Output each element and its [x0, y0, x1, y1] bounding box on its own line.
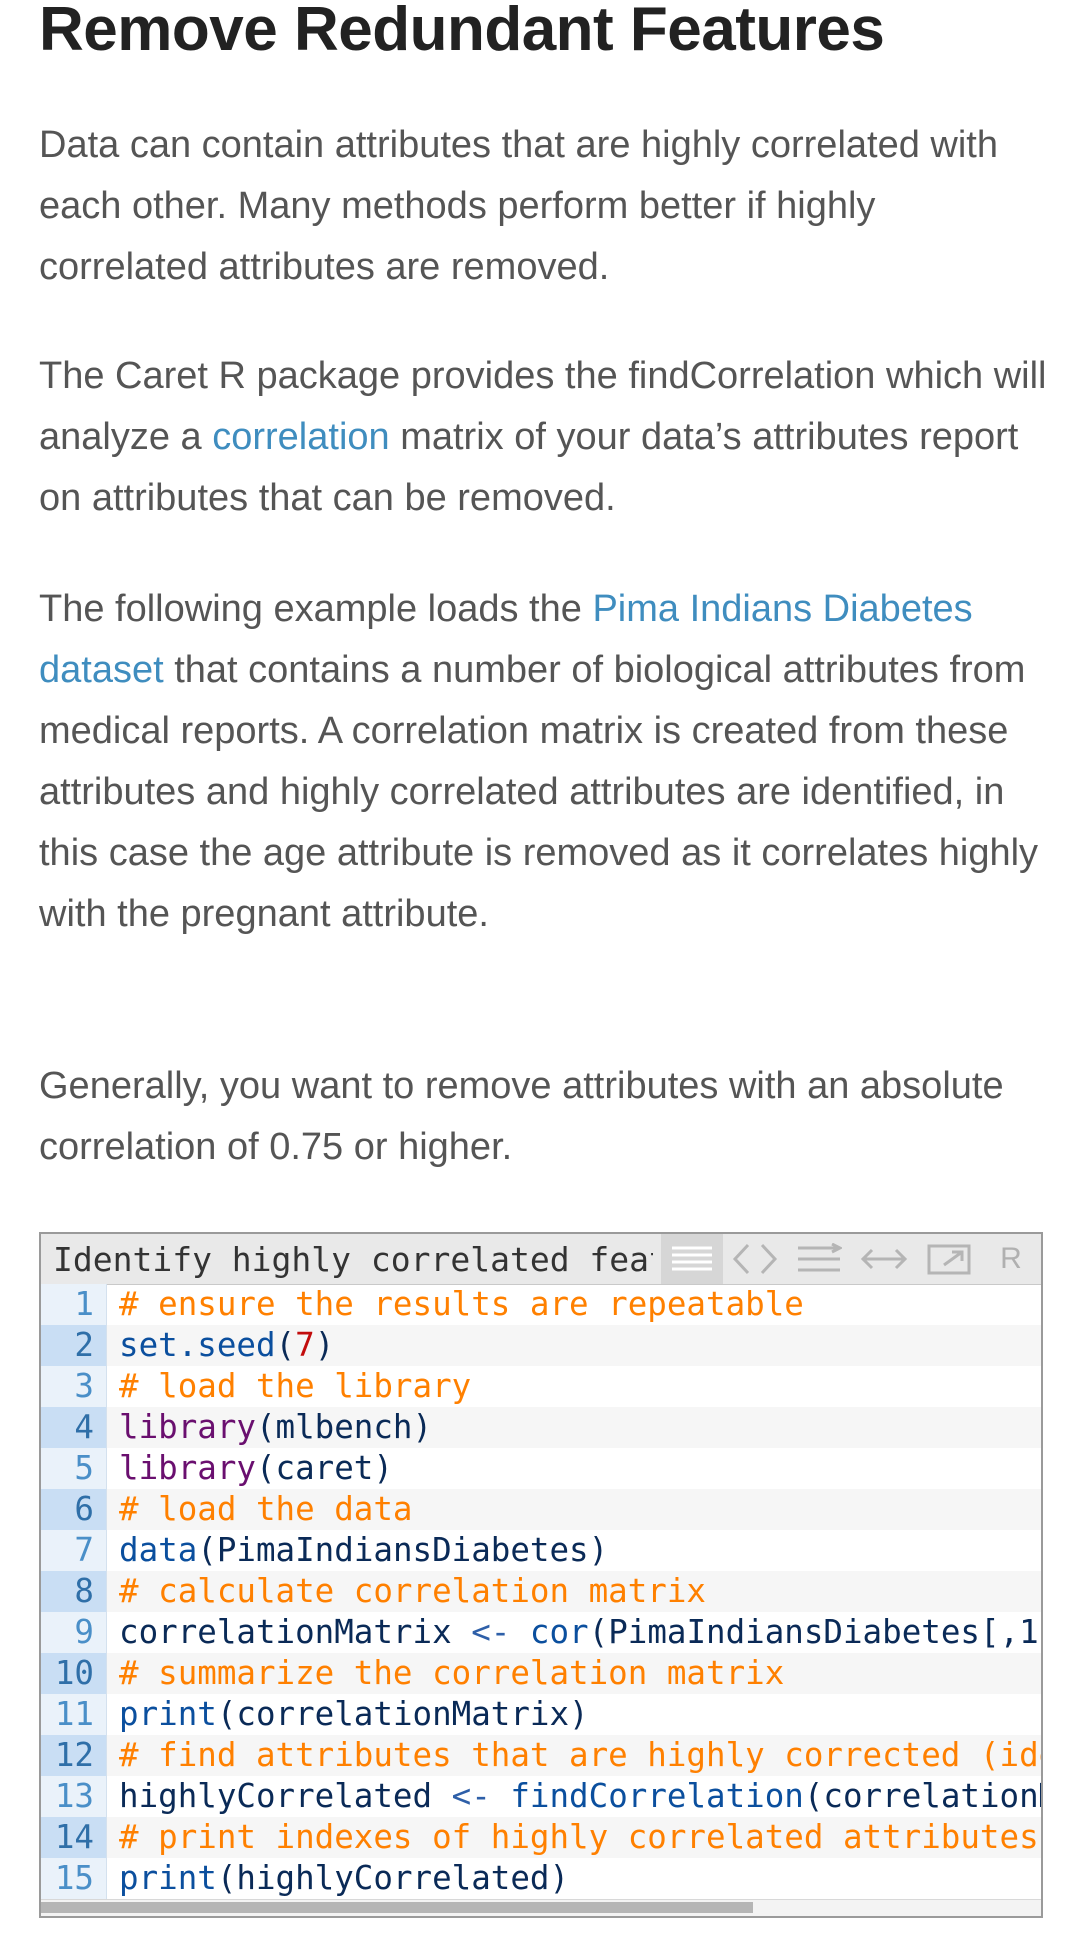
- code-toolbar: R: [661, 1234, 1041, 1284]
- line-number: 2: [41, 1325, 107, 1366]
- paragraph-text: that contains a number of biological att…: [39, 649, 1039, 935]
- code-line: 4 library(mlbench): [41, 1407, 1041, 1448]
- code-token: # load the data: [119, 1490, 413, 1528]
- code-token: (PimaIndiansDiabetes[,1:8]): [588, 1613, 1041, 1651]
- code-text: # find attributes that are highly correc…: [107, 1735, 1041, 1776]
- code-line: 15 print(highlyCorrelated): [41, 1858, 1041, 1899]
- code-token: 7: [295, 1326, 315, 1364]
- code-token: cor: [529, 1613, 589, 1651]
- code-icon[interactable]: [723, 1234, 787, 1284]
- paragraph-intro: Data can contain attributes that are hig…: [39, 124, 998, 288]
- wrap-icon[interactable]: [787, 1234, 851, 1284]
- code-lines: 1 # ensure the results are repeatable 2 set…: [41, 1284, 1041, 1900]
- code-line: 5 library(caret): [41, 1448, 1041, 1489]
- code-token: # summarize the correlation matrix: [119, 1654, 785, 1692]
- line-number: 6: [41, 1489, 107, 1530]
- paragraph-example: The following example loads the Pima Ind…: [39, 579, 1049, 945]
- expand-icon[interactable]: [851, 1234, 917, 1284]
- code-token: (mlbench): [255, 1408, 433, 1446]
- line-number: 5: [41, 1448, 107, 1489]
- scrollbar-thumb[interactable]: [41, 1902, 753, 1913]
- code-token: ): [314, 1326, 335, 1364]
- code-line: 1 # ensure the results are repeatable: [41, 1284, 1041, 1325]
- code-line: 12 # find attributes that are highly corr…: [41, 1735, 1041, 1776]
- code-token: # ensure the results are repeatable: [119, 1285, 804, 1323]
- code-token: # calculate correlation matrix: [119, 1572, 706, 1610]
- code-line: 7 data(PimaIndiansDiabetes): [41, 1530, 1041, 1571]
- code-text: library(caret): [107, 1448, 1041, 1489]
- code-token: data: [119, 1531, 198, 1569]
- line-number: 7: [41, 1530, 107, 1571]
- line-number: 9: [41, 1612, 107, 1653]
- code-text: print(highlyCorrelated): [107, 1858, 1041, 1899]
- code-text: # load the library: [107, 1366, 1041, 1407]
- code-token: print: [119, 1859, 217, 1897]
- code-text: library(mlbench): [107, 1407, 1041, 1448]
- line-number: 4: [41, 1407, 107, 1448]
- code-text: # load the data: [107, 1489, 1041, 1530]
- code-token: (highlyCorrelated): [216, 1859, 570, 1897]
- code-text: correlationMatrix <- cor(PimaIndiansDiab…: [107, 1612, 1041, 1653]
- code-text: print(correlationMatrix): [107, 1694, 1041, 1735]
- code-text: # ensure the results are repeatable: [107, 1284, 1041, 1325]
- popup-icon[interactable]: [917, 1234, 981, 1284]
- horizontal-scrollbar[interactable]: [41, 1899, 1041, 1916]
- code-text: data(PimaIndiansDiabetes): [107, 1530, 1041, 1571]
- code-token: (correlationMatrix): [216, 1695, 589, 1733]
- code-block: Identify highly correlated features R: [39, 1232, 1043, 1918]
- article-page: Remove Redundant Features Data can conta…: [0, 0, 1080, 1935]
- correlation-link[interactable]: correlation: [212, 416, 389, 458]
- code-header: Identify highly correlated features R: [41, 1234, 1041, 1285]
- code-token: <-: [471, 1613, 511, 1651]
- code-token: <-: [451, 1777, 491, 1815]
- code-token: set.seed: [119, 1326, 276, 1364]
- code-token: # print indexes of highly correlated att…: [119, 1818, 1039, 1856]
- code-line: 10 # summarize the correlation matrix: [41, 1653, 1041, 1694]
- code-token: # load the library: [119, 1367, 472, 1405]
- line-number: 3: [41, 1366, 107, 1407]
- code-text: # calculate correlation matrix: [107, 1571, 1041, 1612]
- code-line: 13 highlyCorrelated <- findCorrelation(co…: [41, 1776, 1041, 1817]
- line-number: 10: [41, 1653, 107, 1694]
- code-token: (PimaIndiansDiabetes): [197, 1531, 609, 1569]
- code-text: highlyCorrelated <- findCorrelation(corr…: [107, 1776, 1041, 1817]
- code-token: (correlationMatrix, cutoff=0.5): [803, 1777, 1041, 1815]
- code-title: Identify highly correlated features: [53, 1240, 653, 1279]
- code-token: library: [119, 1449, 256, 1487]
- code-text: # summarize the correlation matrix: [107, 1653, 1041, 1694]
- code-token: (caret): [255, 1449, 393, 1487]
- line-number: 12: [41, 1735, 107, 1776]
- code-token: correlationMatrix: [119, 1613, 472, 1651]
- code-line: 8 # calculate correlation matrix: [41, 1571, 1041, 1612]
- code-line: 9 correlationMatrix <- cor(PimaIndiansDia…: [41, 1612, 1041, 1653]
- line-number: 15: [41, 1858, 107, 1899]
- code-text: set.seed(7): [107, 1325, 1041, 1366]
- code-line: 6 # load the data: [41, 1489, 1041, 1530]
- line-number: 13: [41, 1776, 107, 1817]
- paragraph-text: The following example loads the: [39, 588, 593, 630]
- language-label: R: [1000, 1242, 1022, 1275]
- code-line: 11 print(correlationMatrix): [41, 1694, 1041, 1735]
- line-number: 11: [41, 1694, 107, 1735]
- code-line: 14 # print indexes of highly correlated a…: [41, 1817, 1041, 1858]
- code-token: library: [119, 1408, 256, 1446]
- menu-icon[interactable]: [661, 1234, 723, 1284]
- code-token: (: [275, 1326, 296, 1364]
- line-number: 8: [41, 1571, 107, 1612]
- line-number: 14: [41, 1817, 107, 1858]
- code-token: # find attributes that are highly correc…: [119, 1736, 1041, 1774]
- paragraph-threshold: Generally, you want to remove attributes…: [39, 1065, 1004, 1168]
- code-line: 3 # load the library: [41, 1366, 1041, 1407]
- code-token: print: [119, 1695, 217, 1733]
- code-token: highlyCorrelated: [119, 1777, 452, 1815]
- code-token: findCorrelation: [510, 1777, 804, 1815]
- line-number: 1: [41, 1284, 107, 1325]
- code-line: 2 set.seed(7): [41, 1325, 1041, 1366]
- section-heading: Remove Redundant Features: [39, 0, 885, 64]
- paragraph-caret: The Caret R package provides the findCor…: [39, 346, 1049, 529]
- code-text: # print indexes of highly correlated att…: [107, 1817, 1041, 1858]
